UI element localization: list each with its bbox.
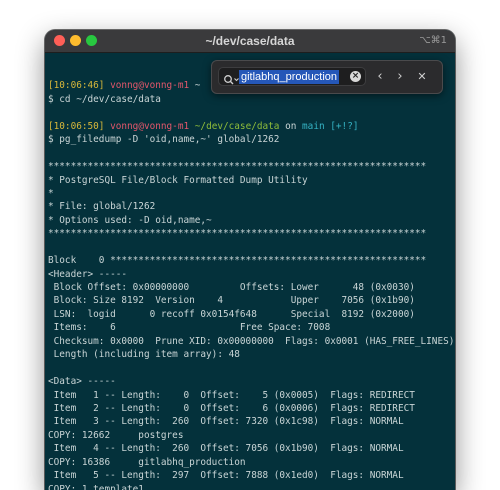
- terminal-text: vonng@vonng-m1: [110, 120, 190, 132]
- terminal-line: ****************************************…: [48, 227, 455, 240]
- terminal-line: Item 1 -- Length: 0 Offset: 5 (0x0005) F…: [48, 389, 455, 402]
- terminal-line: COPY: 12662 postgres: [48, 429, 455, 442]
- find-previous-button[interactable]: ‹: [372, 67, 388, 86]
- terminal-line: Block 0 ********************************…: [48, 254, 455, 267]
- terminal-text: ~: [189, 80, 201, 92]
- terminal-line: <Header> -----: [48, 268, 455, 281]
- terminal-text: [+!?]: [330, 120, 359, 132]
- terminal-text: on: [279, 120, 303, 132]
- terminal-line: Item 5 -- Length: 297 Offset: 7888 (0x1e…: [48, 469, 455, 482]
- terminal-text: Item 5 -- Length: 297 Offset: 7888 (0x1e…: [48, 470, 404, 482]
- terminal-line: LSN: logid 0 recoff 0x0154f648 Special 8…: [48, 308, 455, 321]
- terminal-line: *: [48, 187, 455, 200]
- terminal-text: Item 4 -- Length: 260 Offset: 7056 (0x1b…: [48, 443, 404, 455]
- terminal-output[interactable]: [10:06:46] vonng@vonng-m1 ~ $ cd ~/dev/ca…: [45, 53, 455, 490]
- search-icon: [223, 71, 239, 85]
- terminal-text: COPY: 1 template1: [48, 483, 144, 490]
- find-next-button[interactable]: ›: [392, 67, 408, 86]
- terminal-text: ****************************************…: [48, 228, 427, 240]
- terminal-text: Item 2 -- Length: 0 Offset: 6 (0x0006) F…: [48, 402, 415, 414]
- title-bar[interactable]: ~/dev/case/data ⌥⌘1: [45, 30, 455, 53]
- terminal-line: * Options used: -D oid,name,~: [48, 214, 455, 227]
- terminal-line: Block: Size 8192 Version 4 Upper 7056 (0…: [48, 294, 455, 307]
- terminal-text: * File: global/1262: [48, 201, 156, 213]
- terminal-text: <Header> -----: [48, 268, 128, 280]
- terminal-text: Length (including item array): 48: [48, 349, 240, 361]
- terminal-text: Block Offset: 0x00000000 Offsets: Lower …: [48, 282, 415, 293]
- terminal-text: COPY: 16386 gitlabhq_production: [48, 456, 246, 468]
- terminal-line: ****************************************…: [48, 160, 455, 173]
- find-bar: gitlabhq_production × ‹ › ✕: [211, 60, 443, 94]
- find-query-text[interactable]: gitlabhq_production: [239, 70, 340, 84]
- terminal-text: Checksum: 0x0000 Prune XID: 0x00000000 F…: [48, 335, 455, 347]
- terminal-text: ****************************************…: [48, 161, 427, 173]
- terminal-text: vonng@vonng-m1: [110, 80, 190, 92]
- terminal-line: Length (including item array): 48: [48, 348, 455, 361]
- terminal-line: Items: 6 Free Space: 7008: [48, 321, 455, 334]
- terminal-line: COPY: 16386 gitlabhq_production: [48, 456, 455, 469]
- terminal-text: $ cd ~/dev/case/data: [48, 93, 161, 105]
- terminal-text: [10:06:46]: [48, 80, 111, 92]
- terminal-line: <Data> -----: [48, 375, 455, 388]
- terminal-text: ~/dev/case/data: [194, 120, 280, 132]
- terminal-text: <Data> -----: [48, 376, 116, 388]
- terminal-line: Item 3 -- Length: 260 Offset: 7320 (0x1c…: [48, 415, 455, 428]
- terminal-line: Item 2 -- Length: 0 Offset: 6 (0x0006) F…: [48, 402, 455, 415]
- terminal-text: $ pg_filedump -D 'oid,name,~' global/126…: [48, 134, 280, 146]
- terminal-text: Block: Size 8192 Version 4 Upper 7056 (0…: [48, 295, 415, 307]
- terminal-line: Item 4 -- Length: 260 Offset: 7056 (0x1b…: [48, 442, 455, 455]
- terminal-text: Block 0 ********************************…: [48, 255, 427, 267]
- terminal-text: main: [302, 120, 325, 132]
- terminal-text: Item 1 -- Length: 0 Offset: 5 (0x0005) F…: [48, 389, 415, 401]
- find-close-button[interactable]: ✕: [414, 67, 430, 86]
- terminal-text: LSN: logid 0 recoff 0x0154f648 Special 8…: [48, 308, 415, 320]
- clear-search-icon[interactable]: ×: [350, 71, 361, 82]
- terminal-text: Items: 6 Free Space: 7008: [48, 322, 331, 334]
- find-input[interactable]: gitlabhq_production ×: [218, 67, 366, 86]
- terminal-line: $ cd ~/dev/case/data: [48, 93, 455, 106]
- terminal-text: Item 3 -- Length: 260 Offset: 7320 (0x1c…: [48, 416, 404, 428]
- terminal-text: [10:06:50]: [48, 120, 111, 132]
- terminal-line: * PostgreSQL File/Block Formatted Dump U…: [48, 174, 455, 187]
- terminal-line: * File: global/1262: [48, 200, 455, 213]
- window-title: ~/dev/case/data: [205, 34, 295, 48]
- terminal-line: Checksum: 0x0000 Prune XID: 0x00000000 F…: [48, 335, 455, 348]
- terminal-text: * Options used: -D oid,name,~: [48, 214, 212, 226]
- terminal-window: ~/dev/case/data ⌥⌘1 [10:06:46] vonng@von…: [45, 30, 455, 490]
- window-shortcut-label: ⌥⌘1: [419, 35, 447, 46]
- terminal-line: $ pg_filedump -D 'oid,name,~' global/126…: [48, 133, 455, 146]
- terminal-line: Block Offset: 0x00000000 Offsets: Lower …: [48, 281, 455, 294]
- terminal-line: COPY: 1 template1: [48, 483, 455, 490]
- terminal-text: *: [48, 187, 54, 199]
- terminal-line: [10:06:50] vonng@vonng-m1 ~/dev/case/dat…: [48, 120, 455, 133]
- terminal-text: COPY: 12662 postgres: [48, 429, 184, 441]
- terminal-text: * PostgreSQL File/Block Formatted Dump U…: [48, 174, 308, 186]
